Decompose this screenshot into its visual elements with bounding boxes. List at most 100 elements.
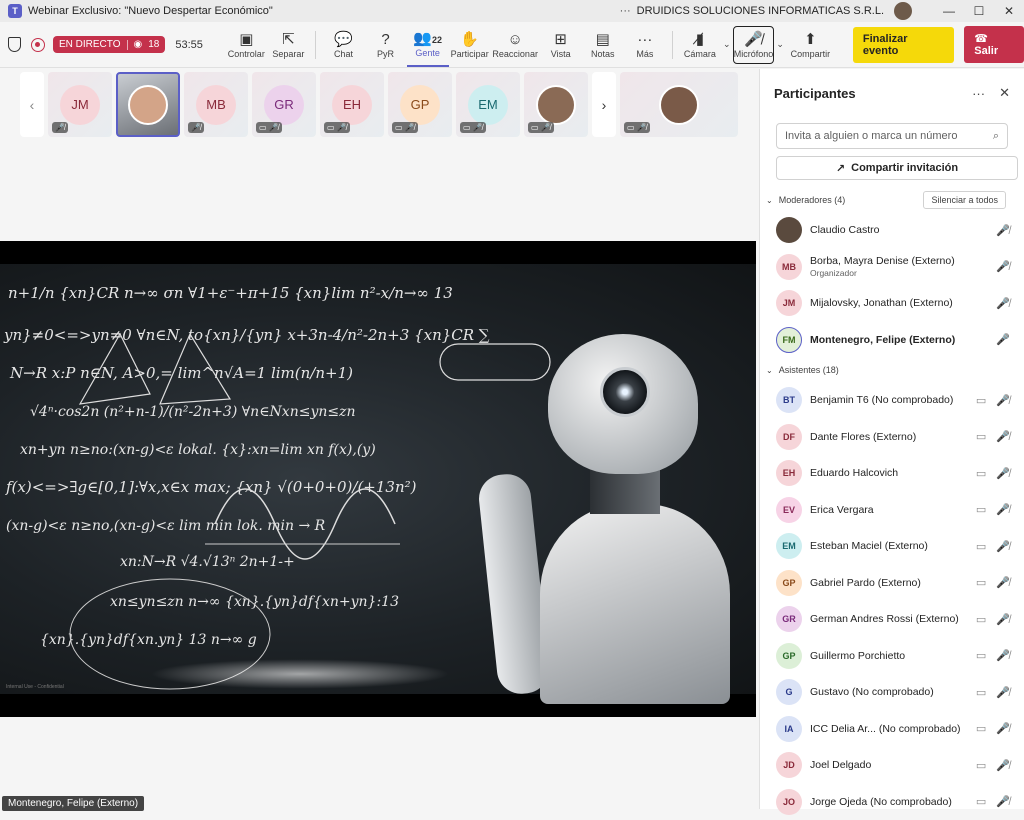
participant-tile-jm[interactable]: JM 🎤̸ — [48, 72, 112, 137]
list-item[interactable]: FM Montenegro, Felipe (Externo) 🎤 — [760, 322, 1024, 359]
panel-close-icon[interactable]: ✕ — [999, 85, 1010, 101]
avatar: EM — [468, 85, 508, 125]
maximize-button[interactable]: ☐ — [964, 4, 994, 18]
shield-icon[interactable] — [8, 37, 21, 52]
participant-tile-mb[interactable]: MB 🎤̸ — [184, 72, 248, 137]
mic-off-icon[interactable]: 🎤̸ — [996, 613, 1010, 626]
live-badge[interactable]: EN DIRECTO ◉ 18 — [53, 36, 165, 53]
recording-icon[interactable] — [31, 38, 45, 52]
participant-name: Gabriel Pardo (Externo) — [810, 577, 976, 589]
mic-off-icon[interactable]: 🎤̸ — [996, 649, 1010, 662]
moderators-section-header[interactable]: ⌄ Moderadores (4) Silenciar a todos — [760, 188, 1024, 212]
list-item[interactable]: GRGerman Andres Rossi (Externo)▭🎤̸ — [760, 601, 1024, 638]
leave-label: Salir — [974, 45, 998, 57]
avatar: GR — [264, 85, 304, 125]
participant-name: ICC Delia Ar... (No comprobado) — [810, 723, 976, 735]
list-item[interactable]: MB Borba, Mayra Denise (Externo) Organiz… — [760, 249, 1024, 286]
smile-icon: ☺ — [508, 31, 523, 49]
participant-tile-eh[interactable]: EH ▭ 🎤̸ — [320, 72, 384, 137]
camera-options-chevron-icon[interactable]: ⌄ — [721, 39, 733, 50]
list-item[interactable]: DFDante Flores (Externo)▭🎤̸ — [760, 419, 1024, 456]
participant-tile-overflow[interactable]: ▭ 🎤̸ — [620, 72, 738, 137]
list-item[interactable]: IAICC Delia Ar... (No comprobado)▭🎤̸ — [760, 711, 1024, 748]
list-item[interactable]: JOJorge Ojeda (No comprobado)▭🎤̸ — [760, 784, 1024, 820]
mic-off-icon[interactable]: 🎤̸ — [996, 686, 1010, 699]
list-item[interactable]: JM Mijalovsky, Jonathan (Externo) 🎤̸ — [760, 285, 1024, 322]
grid-icon: ⊞ — [554, 31, 567, 49]
list-item[interactable]: BTBenjamin T6 (No comprobado)▭🎤̸ — [760, 382, 1024, 419]
mic-off-icon[interactable]: 🎤̸ — [996, 795, 1010, 808]
chat-button[interactable]: 💬Chat — [322, 23, 364, 67]
qa-icon: ? — [381, 31, 389, 49]
mic-off-icon[interactable]: 🎤̸ — [996, 430, 1010, 443]
camera-button[interactable]: ▮̸Cámara — [679, 23, 721, 67]
mic-off-icon[interactable]: 🎤̸ — [996, 224, 1010, 237]
participant-tile-photo[interactable]: ▭ 🎤̸ — [524, 72, 588, 137]
list-item[interactable]: GPGuillermo Porchietto▭🎤̸ — [760, 638, 1024, 675]
minimize-button[interactable]: — — [934, 4, 964, 18]
end-event-button[interactable]: Finalizar evento — [853, 27, 954, 63]
list-item[interactable]: EMEsteban Maciel (Externo)▭🎤̸ — [760, 528, 1024, 565]
participant-tile-gr[interactable]: GR ▭ 🎤̸ — [252, 72, 316, 137]
control-button[interactable]: ▣Controlar — [225, 23, 267, 67]
mic-off-icon[interactable]: 🎤̸ — [996, 297, 1010, 310]
participant-tile-em[interactable]: EM ▭ 🎤̸ — [456, 72, 520, 137]
close-window-button[interactable]: ✕ — [994, 4, 1024, 18]
teams-logo-icon: T — [8, 4, 22, 18]
more-button[interactable]: ···Más — [624, 23, 666, 67]
list-item[interactable]: Claudio Castro 🎤̸ — [760, 212, 1024, 249]
microphone-button[interactable]: 🎤̸Micrófono — [733, 26, 775, 64]
mic-off-icon[interactable]: 🎤̸ — [996, 722, 1010, 735]
avatar: JM — [60, 85, 100, 125]
mic-off-icon[interactable]: 🎤̸ — [996, 467, 1010, 480]
title-more-icon[interactable]: ··· — [620, 5, 631, 17]
share-invitation-button[interactable]: ↗ Compartir invitación — [776, 156, 1018, 180]
avatar: EH — [776, 460, 802, 486]
eye-icon: ◉ — [134, 39, 143, 50]
participant-name: Benjamin T6 (No comprobado) — [810, 394, 976, 406]
raise-hand-button[interactable]: ✋Participar — [449, 23, 491, 67]
popout-label: Separar — [272, 49, 304, 59]
participants-panel: Participantes ··· ✕ Invita a alguien o m… — [759, 69, 1024, 809]
shared-screen: n+1/n {xn}CR n→∞ σn ∀1+ε⁻+π+15 {xn}lim n… — [0, 241, 756, 717]
avatar: GR — [776, 606, 802, 632]
panel-more-icon[interactable]: ··· — [972, 86, 985, 101]
participant-photo-avatar — [659, 85, 699, 125]
people-count: 22 — [432, 35, 442, 45]
gallery-prev-arrow-icon[interactable]: ‹ — [20, 72, 44, 137]
mic-off-icon[interactable]: 🎤̸ — [996, 576, 1010, 589]
mic-off-icon[interactable]: 🎤̸ — [996, 503, 1010, 516]
list-item[interactable]: GPGabriel Pardo (Externo)▭🎤̸ — [760, 565, 1024, 602]
participant-tile-gp[interactable]: GP ▭ 🎤̸ — [388, 72, 452, 137]
list-item[interactable]: JDJoel Delgado▭🎤̸ — [760, 747, 1024, 784]
camera-label: Cámara — [684, 49, 716, 59]
mic-off-icon[interactable]: 🎤̸ — [996, 394, 1010, 407]
mic-off-icon[interactable]: 🎤̸ — [996, 260, 1010, 273]
avatar: JM — [776, 290, 802, 316]
user-avatar[interactable] — [894, 2, 912, 20]
camera-off-icon: ▭ — [976, 649, 986, 662]
qa-button[interactable]: ?PyR — [364, 23, 406, 67]
participant-name: Gustavo (No comprobado) — [810, 686, 976, 698]
mic-options-chevron-icon[interactable]: ⌄ — [774, 39, 786, 50]
mic-off-icon[interactable]: 🎤̸ — [996, 540, 1010, 553]
people-button[interactable]: 👥22Gente — [407, 23, 449, 67]
attendees-section-header[interactable]: ⌄ Asistentes (18) — [760, 358, 1024, 382]
view-button[interactable]: ⊞Vista — [540, 23, 582, 67]
mic-off-icon[interactable]: 🎤̸ — [996, 759, 1010, 772]
avatar: JO — [776, 789, 802, 815]
react-button[interactable]: ☺Reaccionar — [491, 23, 540, 67]
share-button[interactable]: ⬆Compartir — [786, 23, 835, 67]
list-item[interactable]: GGustavo (No comprobado)▭🎤̸ — [760, 674, 1024, 711]
gallery-next-arrow-icon[interactable]: › — [592, 72, 616, 137]
silence-all-button[interactable]: Silenciar a todos — [923, 191, 1006, 209]
list-item[interactable]: EHEduardo Halcovich▭🎤̸ — [760, 455, 1024, 492]
mic-icon[interactable]: 🎤 — [996, 333, 1010, 346]
notes-button[interactable]: ▤Notas — [582, 23, 624, 67]
leave-button[interactable]: ☎ Salir — [964, 26, 1024, 63]
participant-tile-video[interactable] — [116, 72, 180, 137]
list-item[interactable]: EVErica Vergara▭🎤̸ — [760, 492, 1024, 529]
raise-hand-label: Participar — [451, 49, 489, 59]
invite-search-input[interactable]: Invita a alguien o marca un número ⌕ — [776, 123, 1008, 149]
popout-button[interactable]: ⇱Separar — [267, 23, 309, 67]
